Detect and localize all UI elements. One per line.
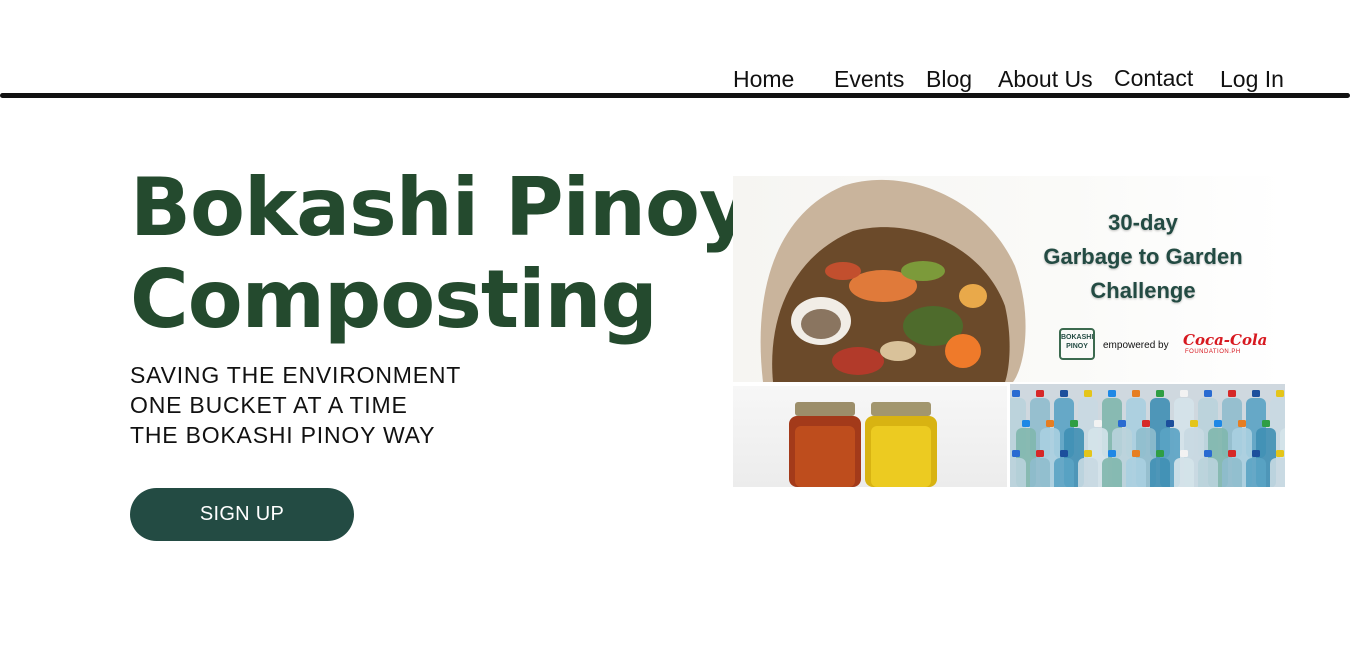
mason-jars-photo (733, 386, 1007, 487)
nav-home[interactable]: Home (733, 66, 794, 93)
banner-title-line-3: Challenge (1090, 278, 1196, 303)
tagline-line-1: SAVING THE ENVIRONMENT (130, 362, 462, 388)
bottles-illustration (1010, 390, 1285, 487)
empowered-by-text: empowered by (1103, 340, 1169, 351)
nav-blog[interactable]: Blog (926, 66, 972, 93)
jars-illustration (789, 402, 937, 487)
coca-cola-foundation-text: FOUNDATION.PH (1185, 349, 1241, 355)
header-divider (0, 93, 1350, 98)
nav-contact[interactable]: Contact (1114, 65, 1193, 92)
logo-line-2: PINOY (1066, 343, 1088, 350)
plastic-bottles-photo (1010, 384, 1285, 487)
logo-line-1: BOKASHI (1061, 334, 1094, 341)
tagline: SAVING THE ENVIRONMENT ONE BUCKET AT A T… (130, 360, 461, 450)
challenge-banner[interactable]: 30-day Garbage to Garden Challenge BOKAS… (733, 176, 1285, 382)
banner-title-line-1: 30-day (1108, 210, 1178, 235)
page-title: Bokashi Pinoy Composting (130, 161, 751, 346)
bokashi-pinoy-logo: BOKASHI PINOY (1059, 328, 1095, 360)
title-line-1: Bokashi Pinoy (130, 161, 751, 254)
title-line-2: Composting (130, 253, 658, 346)
banner-title: 30-day Garbage to Garden Challenge (1023, 206, 1263, 308)
nav-log-in[interactable]: Log In (1220, 66, 1284, 93)
nav-about-us[interactable]: About Us (998, 66, 1093, 93)
nav-events[interactable]: Events (834, 66, 904, 93)
sign-up-button[interactable]: SIGN UP (130, 488, 354, 541)
tagline-line-3: THE BOKASHI PINOY WAY (130, 422, 436, 448)
coca-cola-logo: Coca-Cola (1183, 331, 1268, 349)
banner-title-line-2: Garbage to Garden (1043, 244, 1243, 269)
tagline-line-2: ONE BUCKET AT A TIME (130, 392, 408, 418)
